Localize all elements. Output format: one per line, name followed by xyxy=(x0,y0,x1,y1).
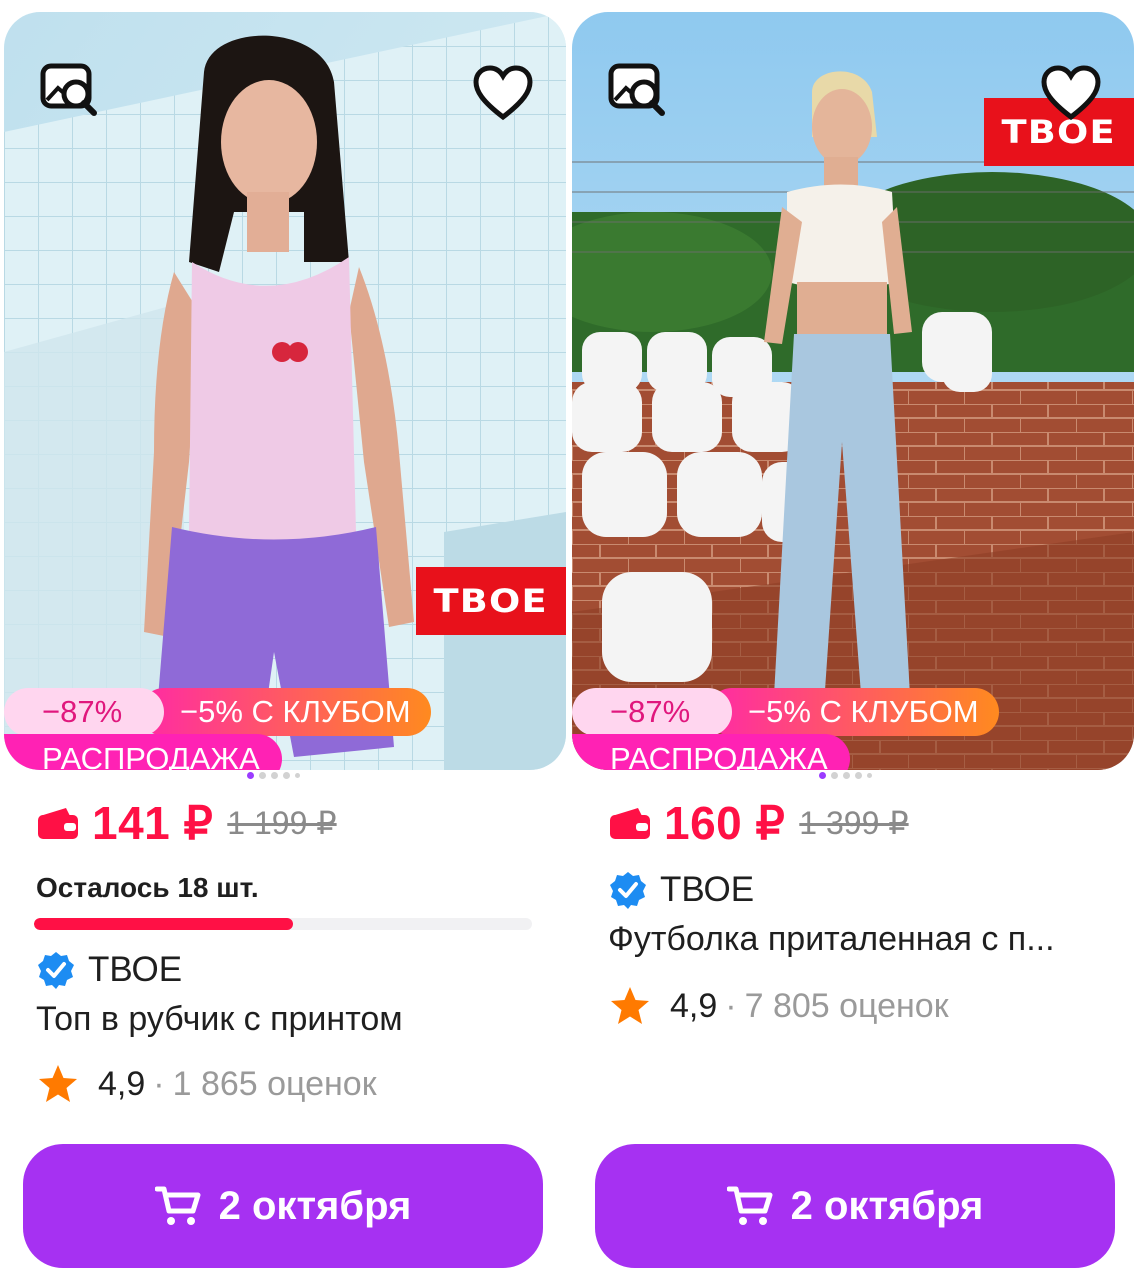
carousel-dot xyxy=(843,772,850,779)
image-carousel-dots xyxy=(247,772,300,779)
cart-icon xyxy=(726,1186,773,1225)
product-card[interactable]: ТВОЕ −5% С КЛУБОМ −87% РАСПРОДАЖА 141 ₽ … xyxy=(0,0,566,1280)
rating-row[interactable]: 4,9 · 1 865 оценок xyxy=(36,1062,377,1106)
image-search-button[interactable] xyxy=(34,54,104,124)
club-discount-badge: −5% С КЛУБОМ xyxy=(140,688,431,736)
seller-name: ТВОЕ xyxy=(660,870,755,909)
carousel-dot xyxy=(867,773,872,778)
favorite-button[interactable] xyxy=(468,58,538,128)
heart-icon xyxy=(1041,65,1101,121)
add-to-cart-button[interactable]: 2 октября xyxy=(23,1144,543,1268)
seller-name: ТВОЕ xyxy=(88,950,183,989)
heart-icon xyxy=(473,65,533,121)
delivery-date-label: 2 октября xyxy=(218,1183,412,1228)
star-icon xyxy=(611,987,649,1024)
carousel-dot xyxy=(831,772,838,779)
reviews-count: 1 865 оценок xyxy=(172,1064,377,1103)
verified-icon xyxy=(38,952,74,989)
delivery-date-label: 2 октября xyxy=(790,1183,984,1228)
image-search-icon xyxy=(40,63,97,116)
product-card[interactable]: ТВОЕ −5% С КЛУБОМ −87% РАСПРОДАЖА 160 ₽ … xyxy=(572,0,1138,1280)
brand-logo: ТВОЕ xyxy=(416,567,566,635)
verified-icon xyxy=(610,872,646,909)
price-row: 160 ₽ 1 399 ₽ xyxy=(608,796,909,850)
sale-badge: РАСПРОДАЖА xyxy=(4,734,282,770)
seller-row[interactable]: ТВОЕ xyxy=(36,950,182,990)
stock-remaining: Осталось 18 шт. xyxy=(36,872,259,903)
product-title[interactable]: Футболка приталенная с п... xyxy=(608,920,1055,959)
carousel-dot xyxy=(271,772,278,779)
image-carousel-dots xyxy=(819,772,872,779)
rating-value: 4,9 xyxy=(98,1064,146,1103)
old-price: 1 399 ₽ xyxy=(799,805,909,841)
star-icon xyxy=(39,1065,77,1102)
stock-progress-bar xyxy=(34,918,532,930)
add-to-cart-button[interactable]: 2 октября xyxy=(595,1144,1115,1268)
discount-badge: −87% xyxy=(4,688,164,736)
current-price: 160 ₽ xyxy=(664,797,786,849)
wallet-icon xyxy=(610,808,650,839)
carousel-dot xyxy=(295,773,300,778)
stock-progress-fill xyxy=(34,918,293,930)
current-price: 141 ₽ xyxy=(92,797,214,849)
product-photo[interactable]: ТВОЕ −5% С КЛУБОМ −87% РАСПРОДАЖА xyxy=(572,12,1134,770)
club-discount-badge: −5% С КЛУБОМ xyxy=(708,688,999,736)
carousel-dot-active xyxy=(247,772,254,779)
rating-value: 4,9 xyxy=(670,986,718,1025)
carousel-dot xyxy=(259,772,266,779)
rating-separator: · xyxy=(153,1064,165,1103)
sale-badge: РАСПРОДАЖА xyxy=(572,734,850,770)
wallet-icon xyxy=(38,808,78,839)
discount-badge: −87% xyxy=(572,688,732,736)
image-search-button[interactable] xyxy=(602,54,672,124)
carousel-dot-active xyxy=(819,772,826,779)
image-search-icon xyxy=(608,63,665,116)
product-photo[interactable]: ТВОЕ −5% С КЛУБОМ −87% РАСПРОДАЖА xyxy=(4,12,566,770)
reviews-count: 7 805 оценок xyxy=(744,986,949,1025)
carousel-dot xyxy=(855,772,862,779)
rating-row[interactable]: 4,9 · 7 805 оценок xyxy=(608,984,949,1028)
price-row: 141 ₽ 1 199 ₽ xyxy=(36,796,337,850)
rating-separator: · xyxy=(725,986,737,1025)
cart-icon xyxy=(154,1186,201,1225)
old-price: 1 199 ₽ xyxy=(227,805,337,841)
favorite-button[interactable] xyxy=(1036,58,1106,128)
product-title[interactable]: Топ в рубчик с принтом xyxy=(36,1000,403,1039)
carousel-dot xyxy=(283,772,290,779)
seller-row[interactable]: ТВОЕ xyxy=(608,870,754,910)
